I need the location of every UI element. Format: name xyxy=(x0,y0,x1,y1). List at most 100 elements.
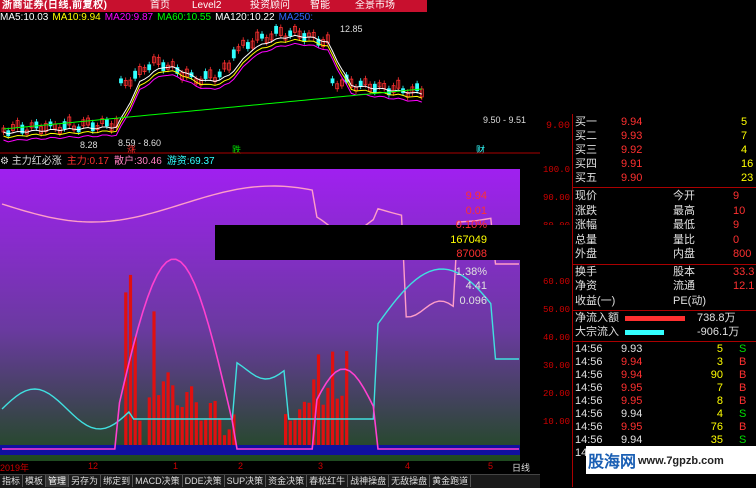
stat-value: 0.01 xyxy=(465,204,487,217)
tick-time: 14:56 xyxy=(575,343,603,355)
order-label: 买三 xyxy=(575,144,597,156)
stat-label: PE(动) xyxy=(673,294,706,307)
tab-资金决策[interactable]: 资金决策 xyxy=(266,475,308,487)
stat-value: 87008 xyxy=(456,248,487,260)
indicator-axis-label: 60.00 xyxy=(543,277,571,287)
order-label: 买二 xyxy=(575,130,597,142)
candle xyxy=(203,71,208,79)
order-label: 买一 xyxy=(575,116,597,128)
low-price-label: 8.28 xyxy=(80,140,98,150)
stat-label: 收益(一) xyxy=(575,294,616,307)
stat-label: 最高 xyxy=(673,204,695,217)
flow-value: -906.1万 xyxy=(697,326,740,338)
tick-price: 9.94 xyxy=(621,408,643,420)
watermark-logo: 股海网 xyxy=(588,454,637,471)
stat-value: 12.1 xyxy=(733,280,755,292)
indicator-title-row: ⚙ 主力红必涨 主力:0.17 散户:30.46 游资:69.37 xyxy=(0,155,540,168)
date-tick: 2019年 xyxy=(0,463,30,473)
candle xyxy=(288,30,293,37)
candle xyxy=(260,33,264,39)
order-label: 买五 xyxy=(575,172,597,184)
menu-market[interactable]: 全景市场 xyxy=(355,0,395,12)
brand-logo: 浙商证券(日线,前复权) xyxy=(2,0,108,11)
price-chart[interactable]: 12.858.28 8.59 - 8.609.50 - 9.51涨跌财 xyxy=(0,24,540,154)
main-force-bar xyxy=(331,351,335,451)
tick-side: B xyxy=(739,395,747,407)
candle xyxy=(133,70,138,79)
divider xyxy=(573,310,756,311)
tab-MACD决策[interactable]: MACD决策 xyxy=(133,475,183,487)
candle xyxy=(147,64,152,71)
main-force-bar xyxy=(157,395,161,451)
menu-home[interactable]: 首页 xyxy=(150,0,170,12)
date-axis: 2019年 12 1 2 3 4 5 日线 xyxy=(0,461,540,473)
main-force-bar xyxy=(208,403,212,451)
tick-price: 9.95 xyxy=(621,382,643,394)
menu-advisor[interactable]: 投资顾问 xyxy=(250,0,290,12)
tick-price: 9.94 xyxy=(621,356,643,368)
order-price: 9.92 xyxy=(621,144,643,156)
tab-另存为[interactable]: 另存为 xyxy=(69,475,102,487)
stat-value: 9 xyxy=(733,219,740,231)
tick-price: 9.93 xyxy=(621,343,643,355)
ma-legend-item: MA5:10.03 xyxy=(0,12,49,23)
tick-volume: 3 xyxy=(716,356,723,368)
main-force-bar xyxy=(147,397,151,451)
order-price: 9.91 xyxy=(621,158,643,170)
tick-time: 14:56 xyxy=(575,369,603,381)
tick-side: B xyxy=(739,382,747,394)
main-force-bar xyxy=(194,402,198,451)
tick-time: 14:56 xyxy=(575,421,603,433)
stat-label: 内盘 xyxy=(673,248,695,260)
main-force-bar xyxy=(161,381,165,451)
stat-label: 总量 xyxy=(575,233,597,246)
tab-DDE决策[interactable]: DDE决策 xyxy=(183,475,225,487)
stat-value: 0.096 xyxy=(459,294,487,307)
date-tick: 12 xyxy=(88,461,99,471)
tick-side: B xyxy=(739,421,747,433)
watermark: 股海网 www.7gpzb.com xyxy=(586,446,756,474)
indicator-chart[interactable] xyxy=(0,169,540,461)
flow-value: 738.8万 xyxy=(697,312,736,324)
ma-legend-item: MA20:9.87 xyxy=(104,12,154,23)
main-force-bar xyxy=(185,392,189,451)
main-force-bar xyxy=(133,336,137,451)
main-force-bar xyxy=(152,311,156,451)
tab-春松红牛[interactable]: 春松红牛 xyxy=(307,475,349,487)
indicator-axis-label: 30.00 xyxy=(543,361,571,371)
stat-label: 涨跌 xyxy=(575,204,597,217)
ma-legend: MA5:10.03 MA10:9.94 MA20:9.87 MA60:10.55 MA1… xyxy=(0,12,427,24)
order-price: 9.90 xyxy=(621,172,643,184)
date-tick: 2 xyxy=(238,461,244,471)
tab-模板[interactable]: 模板 xyxy=(23,475,47,487)
quote-panel: 买一 9.94 5 买二 9.93 7 买三 9.92 4 买四 9.91 16 买五 9.90 23 现价 9… xyxy=(450,114,756,487)
main-force-bar xyxy=(166,372,170,451)
menu-smart[interactable]: 智能 xyxy=(310,0,330,12)
tab-绑定到[interactable]: 绑定到 xyxy=(101,475,134,487)
tab-管理[interactable]: 管理 xyxy=(46,475,70,487)
high-price-label: 12.85 xyxy=(340,24,363,34)
tick-volume: 8 xyxy=(716,395,723,407)
candle xyxy=(372,83,377,93)
order-volume: 23 xyxy=(741,172,754,184)
tab-黄金跑道[interactable]: 黄金跑道 xyxy=(430,475,472,487)
main-force-bar xyxy=(171,385,175,451)
main-force-bar xyxy=(298,409,302,451)
stat-label: 今开 xyxy=(673,190,695,202)
tab-SUP决策[interactable]: SUP决策 xyxy=(225,475,267,487)
candle xyxy=(330,78,335,84)
indicator-axis-label: 90.00 xyxy=(543,193,571,203)
tab-指标[interactable]: 指标 xyxy=(0,475,24,487)
tab-战神操盘[interactable]: 战神操盘 xyxy=(348,475,390,487)
menu-level2[interactable]: Level2 xyxy=(192,0,221,12)
stat-value: 800 xyxy=(733,248,752,260)
stat-value: 0 xyxy=(733,233,740,246)
tab-无敌操盘[interactable]: 无敌操盘 xyxy=(389,475,431,487)
indicator-axis-label: 40.00 xyxy=(543,333,571,343)
order-volume: 4 xyxy=(741,144,748,156)
candle xyxy=(358,80,363,87)
tick-volume: 4 xyxy=(716,408,723,420)
range-label-right: 9.50 - 9.51 xyxy=(483,115,526,125)
tick-price: 9.95 xyxy=(621,421,643,433)
indicator-value: 散户:30.46 xyxy=(114,156,162,167)
